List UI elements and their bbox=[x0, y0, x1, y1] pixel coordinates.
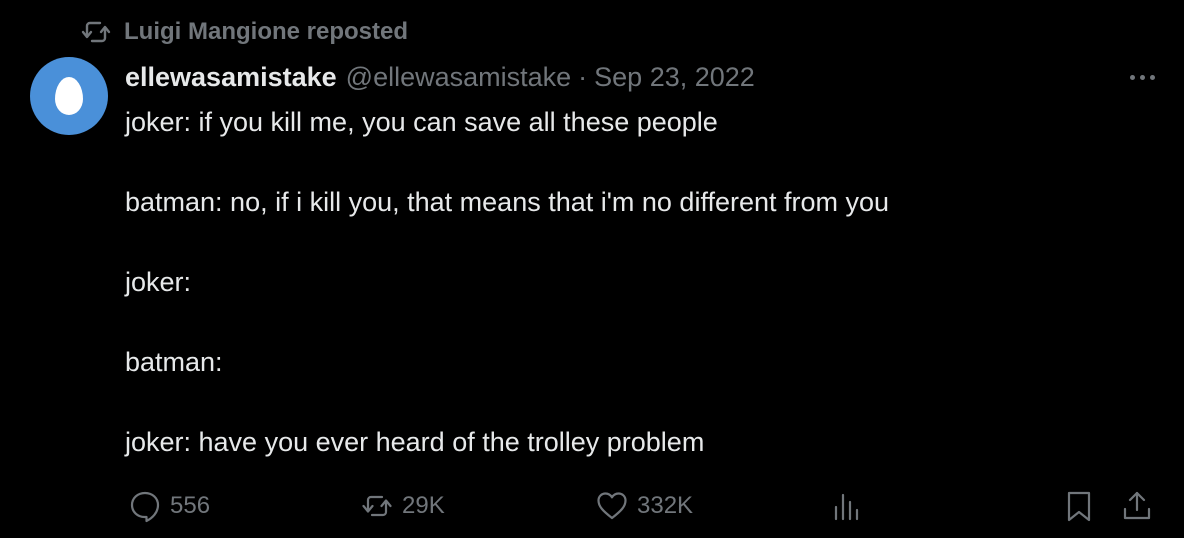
more-icon-dot bbox=[1139, 74, 1145, 80]
like-button[interactable]: 332K bbox=[595, 484, 693, 528]
header-separator: · bbox=[578, 61, 588, 92]
tweet-text-line: joker: bbox=[125, 267, 192, 297]
more-icon-dot bbox=[1149, 74, 1155, 80]
author-handle[interactable]: @ellewasamistake bbox=[346, 62, 572, 93]
avatar[interactable] bbox=[30, 57, 108, 135]
repost-label: Luigi Mangione reposted bbox=[124, 18, 409, 45]
bookmark-button[interactable] bbox=[1062, 484, 1096, 528]
repost-icon bbox=[81, 21, 111, 43]
share-button[interactable] bbox=[1120, 484, 1154, 528]
action-bar: 556 29K 332K bbox=[0, 484, 1184, 528]
bookmark-icon bbox=[1067, 491, 1091, 522]
share-icon bbox=[1123, 491, 1151, 520]
tweet-text-line: batman: bbox=[125, 347, 223, 377]
more-icon-dot bbox=[1129, 74, 1135, 80]
repost-context[interactable]: Luigi Mangione reposted bbox=[80, 16, 408, 48]
tweet-text-line: batman: no, if i kill you, that means th… bbox=[125, 187, 890, 217]
views-button[interactable] bbox=[830, 484, 864, 528]
tweet-date[interactable]: Sep 23, 2022 bbox=[594, 62, 755, 93]
reply-count: 556 bbox=[170, 492, 211, 519]
repost-count: 29K bbox=[402, 492, 445, 519]
like-count: 332K bbox=[637, 492, 694, 519]
more-options-button[interactable] bbox=[1122, 62, 1162, 92]
tweet-text-line: joker: have you ever heard of the trolle… bbox=[125, 427, 705, 457]
tweet-text: joker: if you kill me, you can save all … bbox=[125, 102, 1125, 462]
tweet[interactable]: Luigi Mangione reposted ellewasamistake … bbox=[0, 0, 1184, 538]
analytics-icon bbox=[834, 493, 859, 521]
heart-icon bbox=[597, 492, 627, 520]
repost-button[interactable]: 29K bbox=[360, 484, 445, 528]
tweet-header: ellewasamistake @ellewasamistake · Sep 2… bbox=[125, 58, 755, 96]
repost-icon bbox=[362, 495, 392, 517]
default-egg-icon bbox=[55, 77, 83, 115]
tweet-text-line: joker: if you kill me, you can save all … bbox=[125, 107, 718, 137]
reply-icon bbox=[130, 491, 160, 523]
reply-button[interactable]: 556 bbox=[128, 484, 210, 528]
author-display-name[interactable]: ellewasamistake bbox=[125, 62, 337, 93]
